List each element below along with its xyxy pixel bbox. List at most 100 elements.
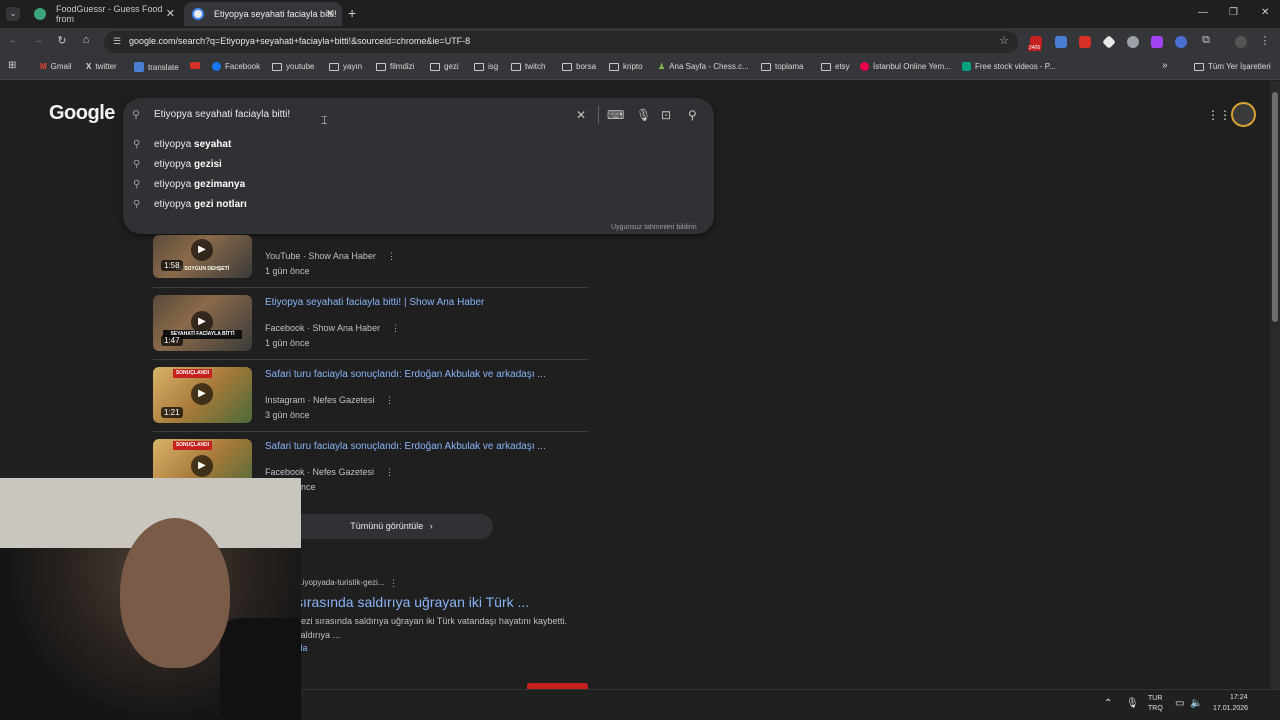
new-tab-button[interactable]: + [348,5,356,21]
folder-icon [562,62,572,71]
divider [153,431,588,432]
bookmark-folder-yayin[interactable]: yayın [329,62,362,71]
more-options-icon[interactable]: ⋮ [385,467,394,478]
bookmark-translate[interactable]: translate [134,62,179,72]
more-options-icon[interactable]: ⋮ [385,395,394,406]
restore-button[interactable]: ❐ [1229,7,1238,18]
profile-avatar[interactable] [1235,36,1247,48]
input-language[interactable]: TUR [1148,695,1162,702]
youtube-icon [190,62,200,69]
url-text[interactable]: google.com/search?q=Etiyopya+seyahati+fa… [129,36,470,46]
adblock-extension-icon[interactable] [1079,36,1091,48]
suggestion-item[interactable]: etiyopya gezimanya [154,179,245,190]
extension-icon[interactable] [1175,36,1187,48]
suggestion-item[interactable]: etiyopya gezi notları [154,199,247,210]
bookmarks-overflow-icon[interactable]: » [1162,60,1168,71]
suggestion-item[interactable]: etiyopya seyahat [154,139,231,150]
search-input[interactable]: Etiyopya seyahati faciayla bitti! [154,109,290,120]
more-options-icon[interactable]: ⋮ [387,251,396,262]
bookmark-all-bookmarks[interactable]: Tüm Yer İşaretleri [1194,62,1271,71]
clock-date[interactable]: 17.01.2026 [1213,705,1248,712]
keyboard-icon[interactable]: ⌨ [607,108,624,122]
forward-icon[interactable]: → [31,34,45,46]
video-title-link[interactable]: Etiyopya seyahati faciayla bitti! | Show… [265,297,484,308]
bookmark-folder-kripto[interactable]: kripto [609,62,643,71]
search-submit-icon[interactable]: ⚲ [688,108,697,122]
extension-badge-count: 2406 [1028,45,1042,51]
bookmark-free-stock-videos[interactable]: Free stock videos - P... [962,62,1056,71]
tab-active-search[interactable]: Etiyopya seyahati faciayla bitti! ✕ [184,2,342,26]
more-options-icon[interactable]: ⋮ [391,323,400,334]
search-icon: ⚲ [132,109,141,121]
bookmark-folder-youtube[interactable]: youtube [272,62,314,71]
suggestion-search-icon: ⚲ [133,159,141,170]
google-logo[interactable]: Google [49,102,115,125]
bookmark-folder-borsa[interactable]: borsa [562,62,596,71]
folder-icon [272,62,282,71]
thumbnail-caption: SONUÇLANDI [173,369,212,378]
play-icon: ▶ [191,455,213,477]
extension-icon[interactable] [1127,36,1139,48]
video-duration: 1:58 [161,260,183,271]
bookmark-gmail[interactable]: M Gmail [40,62,72,71]
chevron-right-icon: › [429,521,433,531]
bookmark-folder-twitch[interactable]: twitch [511,62,545,71]
tab-foodguessr[interactable]: FoodGuessr - Guess Food from ✕ [26,2,182,26]
bookmark-folder-filmdizi[interactable]: filmdizi [376,62,414,71]
play-icon: ▶ [191,383,213,405]
bookmark-facebook[interactable]: Facebook [212,62,260,71]
extensions-puzzle-icon[interactable]: ⧉ [1199,34,1213,47]
close-window-button[interactable]: ✕ [1261,7,1269,18]
volume-icon[interactable]: 🔈 [1190,698,1202,709]
scrollbar-thumb[interactable] [1272,92,1278,322]
suggestion-item[interactable]: etiyopya gezisi [154,159,222,170]
more-options-icon[interactable]: ⋮ [389,578,398,589]
account-avatar[interactable] [1231,102,1256,127]
site-info-icon[interactable]: ☰ [110,36,124,47]
apps-grid-icon[interactable]: ⊞ [8,60,16,71]
bookmark-youtube-icon[interactable] [190,62,200,69]
video-thumbnail[interactable]: ▶ SONUÇLANDI 1:21 [153,367,252,423]
home-icon[interactable]: ⌂ [79,34,93,46]
video-title-link[interactable]: Safari turu faciayla sonuçlandı: Erdoğan… [265,369,546,380]
tab-list-chevron-icon[interactable]: ⌄ [6,7,20,21]
back-icon[interactable]: ← [7,34,21,46]
suggestion-search-icon: ⚲ [133,139,141,150]
translate-extension-icon[interactable] [1055,36,1067,48]
browser-menu-icon[interactable]: ⋮ [1258,34,1272,47]
bookmark-istanbul-online[interactable]: İstanbul Online Yem... [860,62,951,71]
clear-search-icon[interactable]: ✕ [576,108,586,122]
extension-icon[interactable] [1151,36,1163,48]
play-icon: ▶ [191,239,213,261]
keyboard-layout[interactable]: TRQ [1148,705,1163,712]
clock-time[interactable]: 17:24 [1230,694,1248,701]
tab-close-icon[interactable]: ✕ [166,7,175,20]
tray-overflow-icon[interactable]: ⌃ [1104,698,1112,709]
bookmark-chess[interactable]: ♟ Ana Sayfa - Chess.c... [658,62,749,71]
x-logo-icon: X [86,62,92,71]
network-icon[interactable]: ▭ [1175,698,1184,709]
video-duration: 1:21 [161,407,183,418]
pexels-icon [962,62,971,71]
bookmark-twitter[interactable]: Xtwitter [86,62,117,71]
bookmark-folder-isg[interactable]: isg [474,62,498,71]
minimize-button[interactable]: — [1198,7,1208,18]
reload-icon[interactable]: ↻ [55,34,69,47]
video-title-link[interactable]: Safari turu faciayla sonuçlandı: Erdoğan… [265,441,546,452]
lens-search-icon[interactable]: ⊡ [661,108,671,122]
bookmark-folder-gezi[interactable]: gezi [430,62,459,71]
bookmark-folder-etsy[interactable]: etsy [821,62,850,71]
video-thumbnail[interactable]: ▶ DE SOYGUN DEHŞETİ 1:58 [153,235,252,278]
result-title-link[interactable]: sırasında saldırıya uğrayan iki Türk ... [296,594,529,610]
report-predictions-link[interactable]: Uygunsuz tahminleri bildirin [611,224,697,231]
video-thumbnail[interactable]: ▶ SEYAHATİ FACİAYLA BİTTİ 1:47 [153,295,252,351]
translate-icon [134,62,144,72]
microphone-icon[interactable]: 🎙 [1126,698,1139,709]
bookmark-folder-toplama[interactable]: toplama [761,62,803,71]
webcam-overlay [0,478,301,720]
result-url[interactable]: ...iyopyada-turistik-gezi... [296,578,384,587]
webcam-person [120,518,230,668]
tab-close-icon[interactable]: ✕ [326,7,335,20]
voice-search-icon[interactable]: 🎙 [636,108,651,122]
bookmark-star-icon[interactable]: ☆ [997,34,1011,47]
